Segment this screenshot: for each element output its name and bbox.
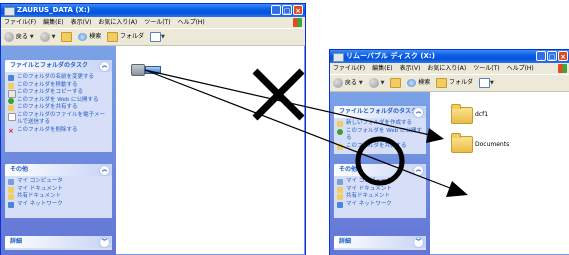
cross-mark-icon xyxy=(252,68,305,121)
instruction-overlay xyxy=(144,68,468,197)
drag-arrow-to-empty-area xyxy=(144,69,468,197)
